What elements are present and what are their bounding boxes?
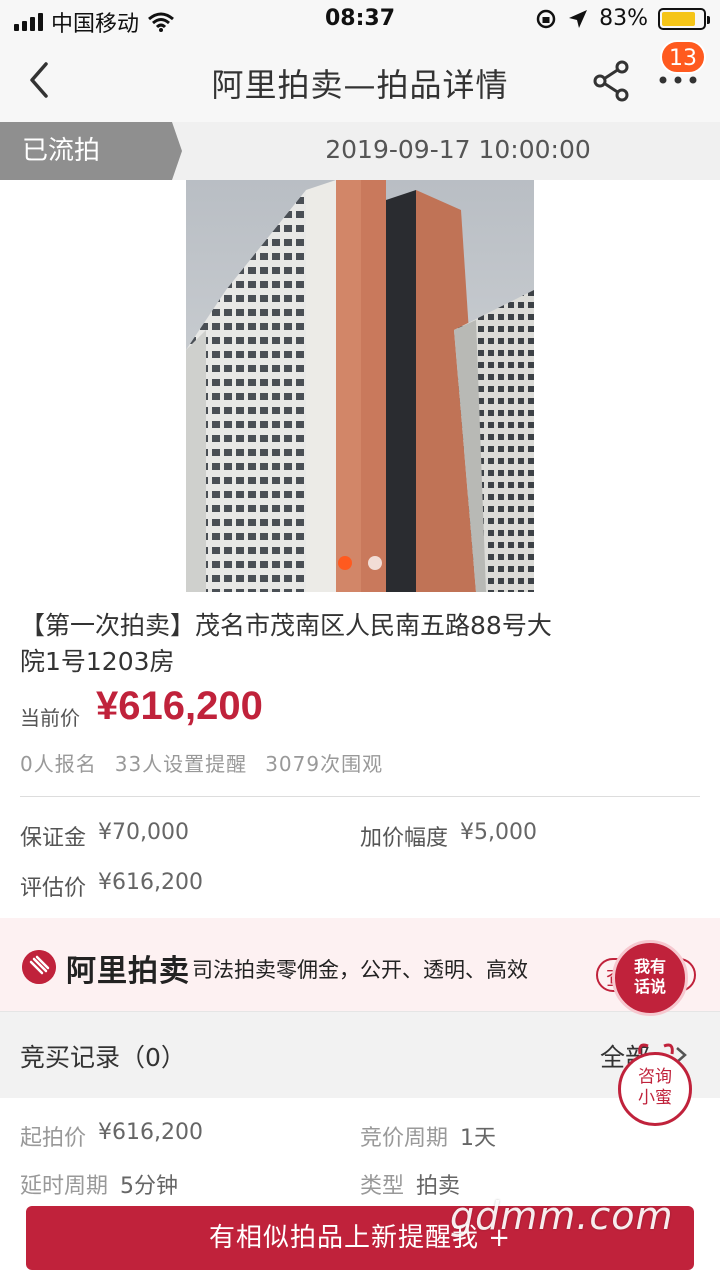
current-price: ¥616,200 (96, 684, 263, 728)
bid-cycle-value: 1天 (460, 1126, 497, 1151)
consult-assistant-bubble[interactable]: 咨询小蜜 (618, 1052, 692, 1126)
start-price-row: 起拍价 ¥616,200 (20, 1120, 203, 1152)
reminder-count: 33人设置提醒 (114, 752, 248, 776)
increment-label: 加价幅度 (360, 826, 449, 851)
signup-count: 0人报名 (20, 752, 97, 776)
appraisal-value: ¥616,200 (98, 870, 203, 895)
status-right: 83% (535, 6, 710, 31)
appraisal-label: 评估价 (20, 876, 87, 901)
bid-record-section[interactable]: 竞买记录（0） 全部 (0, 1012, 720, 1098)
status-bar: 中国移动 08:37 83% (0, 0, 720, 40)
watermark-text: gdmm.com (450, 1194, 674, 1238)
deposit-label: 保证金 (20, 826, 87, 851)
bid-record-title: 竞买记录（0） (20, 1043, 186, 1072)
rotation-lock-icon (536, 9, 556, 28)
start-price-value: ¥616,200 (98, 1120, 203, 1145)
auction-detail-page: 中国移动 08:37 83% 阿里拍卖—拍品详情 13 已流拍 2019-09-… (0, 0, 720, 1280)
notification-badge: 13 (660, 40, 706, 74)
item-stats: 0人报名 33人设置提醒 3079次围观 (20, 748, 383, 777)
battery-percent: 83% (599, 6, 648, 31)
deposit-row: 保证金 ¥70,000 (20, 820, 189, 852)
building-photo (186, 180, 534, 592)
bid-cycle-row: 竞价周期 1天 (360, 1120, 496, 1152)
share-icon[interactable] (592, 60, 632, 102)
battery-icon (658, 7, 710, 30)
auction-status-strip: 已流拍 2019-09-17 10:00:00 (0, 122, 720, 180)
bid-cycle-label: 竞价周期 (360, 1126, 449, 1151)
divider (20, 796, 700, 797)
view-count: 3079次围观 (265, 752, 384, 776)
item-photo-carousel[interactable] (186, 180, 534, 592)
promo-brand: 阿里拍卖 (66, 954, 190, 989)
start-price-label: 起拍价 (20, 1126, 87, 1151)
promo-slogan: 司法拍卖零佣金，公开、透明、高效 (192, 958, 528, 982)
appraisal-row: 评估价 ¥616,200 (20, 870, 203, 902)
increment-value: ¥5,000 (460, 820, 537, 845)
item-title: 【第一次拍卖】茂名市茂南区人民南五路88号大院1号1203房 (20, 611, 552, 676)
carousel-dot[interactable] (368, 556, 382, 570)
auction-datetime: 2019-09-17 10:00:00 (325, 135, 591, 164)
deposit-value: ¥70,000 (98, 820, 189, 845)
status-tag: 已流拍 (0, 122, 182, 180)
location-arrow-icon (569, 9, 588, 28)
feedback-bubble[interactable]: 我有话说 (612, 940, 688, 1016)
promo-banner[interactable]: 阿里拍卖 司法拍卖零佣金，公开、透明、高效 查 (0, 918, 720, 1012)
carousel-indicator (186, 556, 534, 570)
ali-auction-logo (22, 950, 56, 984)
nav-bar: 阿里拍卖—拍品详情 13 (0, 40, 720, 122)
current-price-label: 当前价 (20, 706, 80, 730)
increment-row: 加价幅度 ¥5,000 (360, 820, 537, 852)
carousel-dot[interactable] (338, 556, 352, 570)
